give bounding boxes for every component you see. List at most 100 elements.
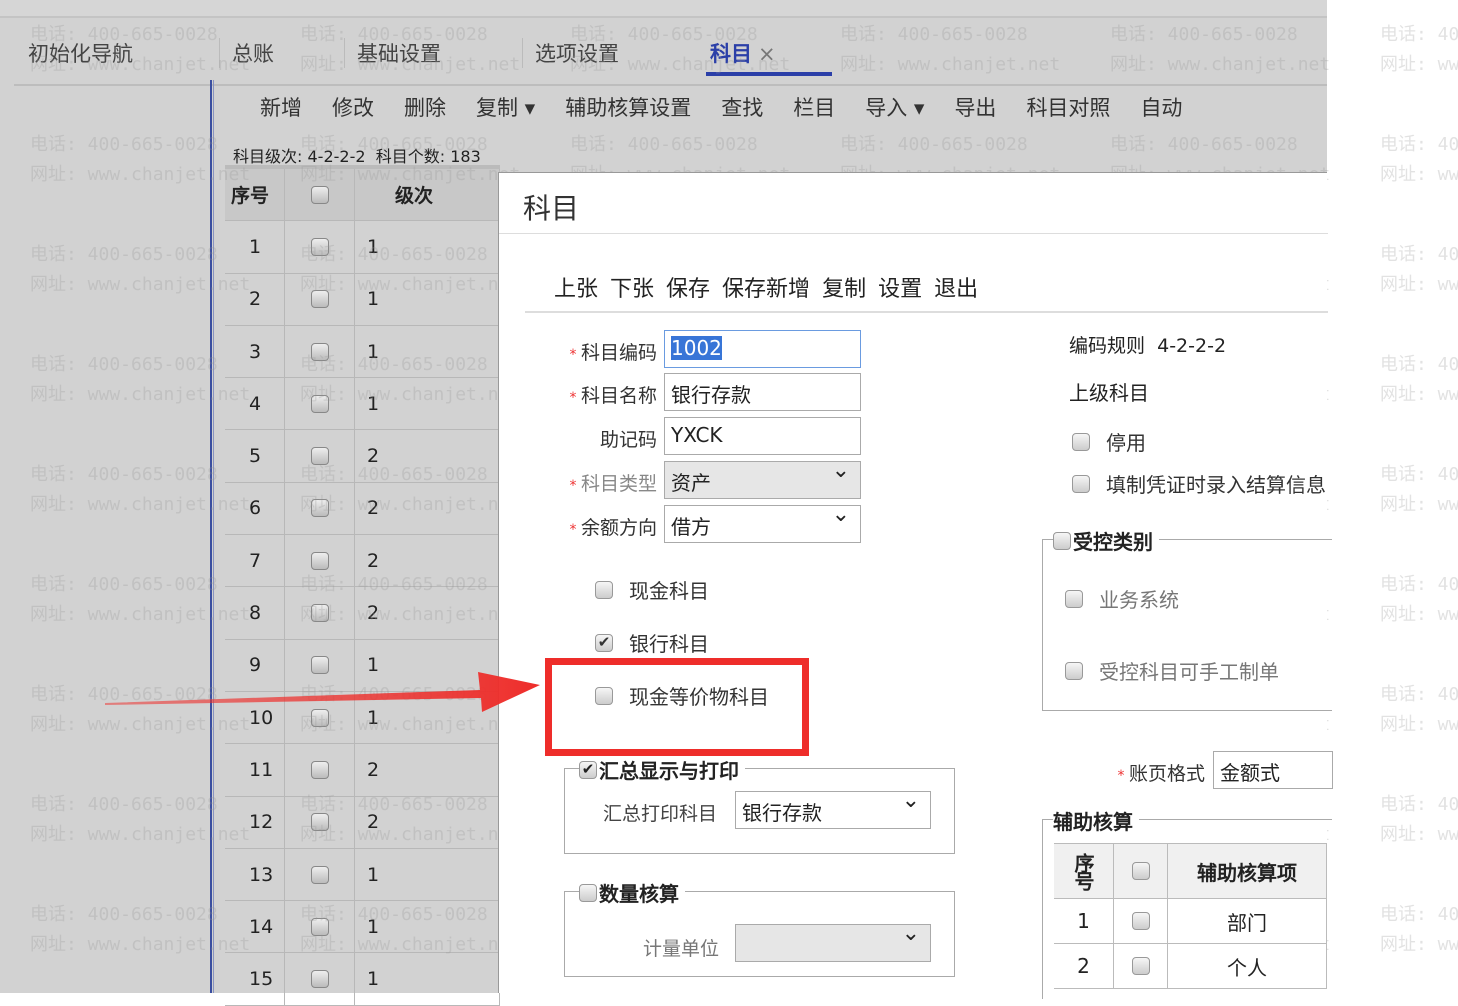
tab-option-settings[interactable]: 选项设置 — [522, 38, 619, 68]
tab-init-nav[interactable]: 初始化导航 — [28, 38, 133, 68]
table-row[interactable]: 72 — [225, 535, 500, 588]
aux-row[interactable]: 2 个人 — [1054, 944, 1327, 989]
checkbox[interactable] — [310, 499, 329, 518]
tab-general-ledger[interactable]: 总账 — [219, 38, 274, 68]
code-input[interactable]: 1002 — [664, 330, 861, 368]
table-row[interactable]: 52 — [225, 430, 500, 483]
settle-info-checkbox[interactable]: 填制凭证时录入结算信息 — [1072, 469, 1326, 498]
find-button[interactable]: 查找 — [721, 96, 763, 120]
checkbox[interactable] — [595, 580, 613, 599]
row-select[interactable] — [285, 482, 355, 535]
table-row[interactable]: 31 — [225, 325, 500, 379]
delete-button[interactable]: 删除 — [404, 96, 446, 120]
new-button[interactable]: 新增 — [260, 96, 302, 120]
manual-checkbox[interactable]: 受控科目可手工制单 — [1065, 656, 1279, 685]
checkbox[interactable] — [579, 883, 597, 902]
close-icon[interactable]: × — [758, 42, 776, 66]
table-row[interactable]: 13 1 — [225, 848, 500, 902]
checkbox[interactable] — [310, 970, 329, 989]
aux-col-select[interactable] — [1114, 844, 1168, 898]
checkbox[interactable] — [310, 604, 329, 623]
row-select[interactable] — [285, 221, 355, 273]
bank-checkbox[interactable]: ✔ 银行科目 — [595, 628, 709, 657]
row-select[interactable] — [285, 535, 355, 587]
row-select[interactable] — [285, 901, 355, 953]
checkbox[interactable] — [1131, 862, 1150, 880]
row-select[interactable] — [285, 744, 355, 796]
checkbox[interactable] — [310, 237, 329, 256]
row-select[interactable] — [285, 273, 355, 325]
ledger-select[interactable]: 金额式 — [1213, 751, 1333, 789]
name-input[interactable]: 银行存款 — [664, 373, 861, 411]
row-select[interactable] — [285, 796, 355, 848]
table-row[interactable]: 41 — [225, 378, 500, 431]
save-button[interactable]: 保存 — [666, 277, 710, 302]
copy-button[interactable]: 复制 ▾ — [476, 96, 535, 120]
checkbox[interactable] — [1072, 474, 1090, 493]
checkbox[interactable] — [1131, 957, 1150, 975]
edit-button[interactable]: 修改 — [332, 96, 374, 120]
summary-legend[interactable]: ✔ 汇总显示与打印 — [579, 755, 745, 784]
subject-mapping-button[interactable]: 科目对照 — [1026, 96, 1110, 120]
quantity-legend[interactable]: 数量核算 — [579, 878, 685, 907]
exit-button[interactable]: 退出 — [934, 277, 978, 302]
mnemonic-input[interactable]: YXCK — [664, 417, 861, 455]
table-row[interactable]: 11 — [225, 221, 500, 274]
row-select[interactable] — [285, 325, 355, 378]
row-select[interactable] — [285, 953, 355, 1005]
checkbox[interactable] — [310, 917, 329, 936]
aux-row[interactable]: 1 部门 — [1054, 899, 1327, 944]
settings-button[interactable]: 设置 — [878, 277, 922, 302]
row-select[interactable] — [285, 378, 355, 430]
aux-row-select[interactable] — [1114, 944, 1168, 988]
unit-select[interactable] — [735, 921, 931, 962]
checkbox[interactable] — [310, 865, 329, 884]
checkbox[interactable] — [310, 394, 329, 413]
checkbox[interactable] — [1065, 661, 1083, 680]
disabled-checkbox[interactable]: 停用 — [1072, 427, 1146, 456]
save-new-button[interactable]: 保存新增 — [722, 277, 810, 302]
table-row[interactable]: 12 2 — [225, 796, 500, 849]
checkmark-icon[interactable]: ✔ — [595, 633, 613, 652]
checkbox[interactable] — [310, 290, 329, 309]
checkbox[interactable] — [1131, 912, 1150, 930]
table-row[interactable]: 15 1 — [225, 953, 500, 1006]
table-row[interactable]: 11 2 — [225, 744, 500, 797]
checkbox[interactable] — [310, 447, 329, 466]
checkbox[interactable] — [310, 760, 329, 779]
table-row[interactable]: 21 — [225, 273, 500, 326]
col-select-all[interactable] — [285, 169, 355, 221]
checkbox[interactable] — [310, 813, 329, 832]
table-row[interactable]: 62 — [225, 482, 500, 536]
prev-button[interactable]: 上张 — [554, 277, 598, 302]
checkbox[interactable] — [1053, 531, 1071, 550]
checkbox[interactable] — [1072, 432, 1090, 451]
import-button[interactable]: 导入 ▾ — [865, 96, 924, 120]
aux-row-select[interactable] — [1114, 899, 1168, 943]
table-row[interactable]: 14 1 — [225, 901, 500, 954]
summary-subject-select[interactable]: 银行存款 — [735, 788, 931, 829]
checkbox[interactable] — [310, 551, 329, 570]
auto-button[interactable]: 自动 — [1140, 96, 1182, 120]
tab-basic-settings[interactable]: 基础设置 — [344, 38, 441, 68]
row-select[interactable] — [285, 430, 355, 482]
table-row[interactable]: 82 — [225, 587, 500, 640]
splitter[interactable] — [210, 80, 214, 993]
columns-button[interactable]: 栏目 — [793, 96, 835, 120]
row-select[interactable] — [285, 848, 355, 901]
checkbox[interactable] — [310, 185, 329, 204]
controlled-legend[interactable]: 受控类别 — [1053, 526, 1159, 555]
type-select[interactable]: 资产 — [664, 458, 861, 499]
direction-select[interactable]: 借方 — [664, 502, 861, 543]
biz-system-checkbox[interactable]: 业务系统 — [1065, 584, 1179, 613]
tab-subject[interactable]: 科目 × — [710, 38, 776, 68]
checkbox[interactable] — [1065, 589, 1083, 608]
next-button[interactable]: 下张 — [610, 277, 654, 302]
checkbox[interactable] — [310, 342, 329, 361]
export-button[interactable]: 导出 — [954, 96, 996, 120]
row-select[interactable] — [285, 587, 355, 639]
cash-checkbox[interactable]: 现金科目 — [595, 575, 709, 604]
aux-settings-button[interactable]: 辅助核算设置 — [565, 96, 691, 120]
checkmark-icon[interactable]: ✔ — [579, 760, 597, 779]
copy-button[interactable]: 复制 — [822, 277, 866, 302]
